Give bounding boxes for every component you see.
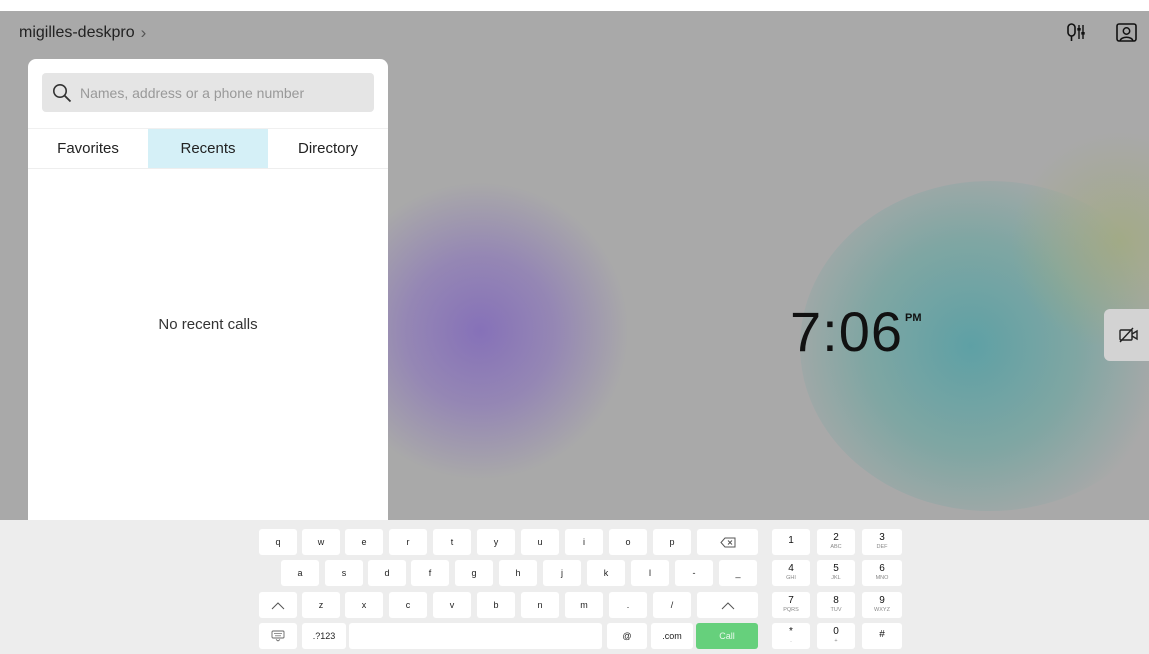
numpad-0[interactable]: 0 + xyxy=(817,623,855,649)
on-screen-keyboard: q w e r t y u i o p a s d f g h j k l - … xyxy=(0,520,1149,654)
key-g[interactable]: g xyxy=(455,560,493,586)
numpad-6[interactable]: 6 MNO xyxy=(862,560,902,586)
clock-time: 7:06 xyxy=(790,300,903,363)
mic-settings-icon[interactable] xyxy=(1065,22,1089,44)
key-n[interactable]: n xyxy=(521,592,559,618)
key-m[interactable]: m xyxy=(565,592,603,618)
chevron-right-icon: › xyxy=(140,23,147,42)
key-dotcom[interactable]: .com xyxy=(651,623,693,649)
symbols-key[interactable]: .?123 xyxy=(302,623,346,649)
camera-off-icon xyxy=(1119,327,1138,343)
key-slash[interactable]: / xyxy=(653,592,691,618)
device-name-button[interactable]: migilles-deskpro › xyxy=(19,23,146,43)
keyboard-hide-icon xyxy=(271,630,285,642)
space-key[interactable] xyxy=(349,623,602,649)
key-b[interactable]: b xyxy=(477,592,515,618)
hide-keyboard-key[interactable] xyxy=(259,623,297,649)
tab-bar: Favorites Recents Directory xyxy=(28,128,388,169)
clock: 7:06 PM xyxy=(790,299,922,364)
key-a[interactable]: a xyxy=(281,560,319,586)
numpad-2[interactable]: 2 ABC xyxy=(817,529,855,555)
key-v[interactable]: v xyxy=(433,592,471,618)
key-u[interactable]: u xyxy=(521,529,559,555)
key-l[interactable]: l xyxy=(631,560,669,586)
key-hyphen[interactable]: - xyxy=(675,560,713,586)
numpad-1[interactable]: 1 xyxy=(772,529,810,555)
key-period[interactable]: . xyxy=(609,592,647,618)
key-j[interactable]: j xyxy=(543,560,581,586)
clock-ampm: PM xyxy=(905,312,922,324)
search-icon xyxy=(52,83,72,103)
shift-icon xyxy=(271,601,285,609)
device-name-label: migilles-deskpro xyxy=(19,24,135,41)
camera-toggle-button[interactable] xyxy=(1104,309,1149,361)
key-z[interactable]: z xyxy=(302,592,340,618)
key-p[interactable]: p xyxy=(653,529,691,555)
key-k[interactable]: k xyxy=(587,560,625,586)
backspace-key[interactable] xyxy=(697,529,758,555)
key-underscore[interactable]: _ xyxy=(719,560,757,586)
key-y[interactable]: y xyxy=(477,529,515,555)
shift-icon xyxy=(721,601,734,609)
tab-recents[interactable]: Recents xyxy=(148,129,268,168)
key-q[interactable]: q xyxy=(259,529,297,555)
call-button[interactable]: Call xyxy=(696,623,758,649)
key-o[interactable]: o xyxy=(609,529,647,555)
shift-left-key[interactable] xyxy=(259,592,297,618)
key-s[interactable]: s xyxy=(325,560,363,586)
key-d[interactable]: d xyxy=(368,560,406,586)
key-h[interactable]: h xyxy=(499,560,537,586)
key-x[interactable]: x xyxy=(345,592,383,618)
numpad-star[interactable]: *. xyxy=(772,623,810,649)
key-i[interactable]: i xyxy=(565,529,603,555)
key-at[interactable]: @ xyxy=(607,623,647,649)
selfview-icon[interactable] xyxy=(1115,22,1139,44)
numpad-3[interactable]: 3 DEF xyxy=(862,529,902,555)
no-recent-calls-message: No recent calls xyxy=(158,316,258,333)
numpad-5[interactable]: 5 JKL xyxy=(817,560,855,586)
tab-directory[interactable]: Directory xyxy=(268,129,388,168)
numpad-hash[interactable]: # xyxy=(862,623,902,649)
numpad-7[interactable]: 7 PQRS xyxy=(772,592,810,618)
key-t[interactable]: t xyxy=(433,529,471,555)
numpad-8[interactable]: 8 TUV xyxy=(817,592,855,618)
tab-favorites[interactable]: Favorites xyxy=(28,129,148,168)
numpad-4[interactable]: 4 GHI xyxy=(772,560,810,586)
shift-right-key[interactable] xyxy=(697,592,758,618)
call-panel: Favorites Recents Directory No recent ca… xyxy=(28,59,388,529)
numpad-9[interactable]: 9 WXYZ xyxy=(862,592,902,618)
key-w[interactable]: w xyxy=(302,529,340,555)
search-input[interactable] xyxy=(42,73,374,112)
key-e[interactable]: e xyxy=(345,529,383,555)
backspace-icon xyxy=(719,537,735,547)
key-f[interactable]: f xyxy=(411,560,449,586)
key-r[interactable]: r xyxy=(389,529,427,555)
key-c[interactable]: c xyxy=(389,592,427,618)
